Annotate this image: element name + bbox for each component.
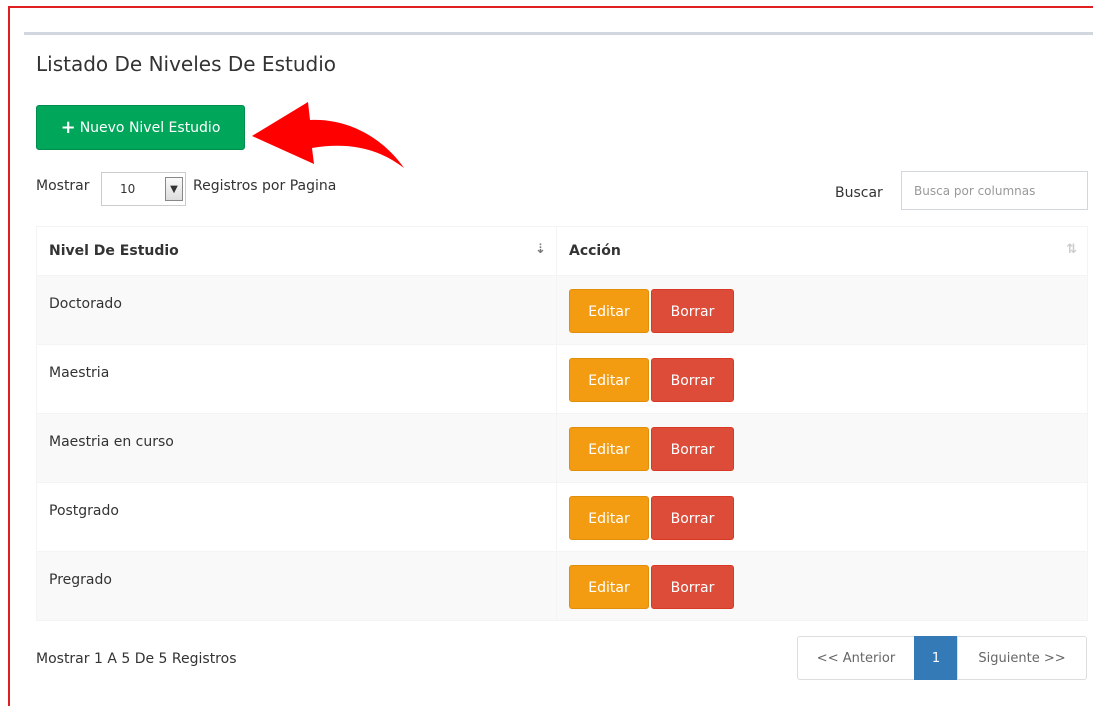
edit-button[interactable]: Editar	[569, 358, 649, 402]
edit-button[interactable]: Editar	[569, 427, 649, 471]
column-header-label: Nivel De Estudio	[49, 243, 179, 259]
new-level-label: Nuevo Nivel Estudio	[79, 119, 221, 136]
page-title: Listado De Niveles De Estudio	[36, 52, 336, 76]
row-actions: Editar Borrar	[556, 413, 1088, 483]
prev-page-button[interactable]: << Anterior	[797, 636, 915, 680]
current-page-button[interactable]: 1	[914, 636, 958, 680]
level-name: Maestria en curso	[36, 413, 557, 483]
next-page-button[interactable]: Siguiente >>	[957, 636, 1087, 680]
sort-icon[interactable]: ⇅	[1066, 242, 1077, 257]
column-header-action[interactable]: Acción ⇅	[556, 226, 1088, 276]
delete-button[interactable]: Borrar	[651, 289, 734, 333]
row-actions: Editar Borrar	[556, 551, 1088, 621]
plus-icon: +	[60, 116, 76, 138]
records-info: Mostrar 1 A 5 De 5 Registros	[36, 651, 237, 667]
length-prefix: Mostrar	[36, 178, 90, 194]
level-name: Postgrado	[36, 482, 557, 552]
page-length-value: 10	[120, 182, 136, 196]
table-row: Maestria Editar Borrar	[36, 344, 1088, 414]
edit-button[interactable]: Editar	[569, 496, 649, 540]
search-input[interactable]	[901, 171, 1088, 210]
level-name: Pregrado	[36, 551, 557, 621]
search-label: Buscar	[835, 185, 883, 201]
delete-button[interactable]: Borrar	[651, 427, 734, 471]
column-header-level[interactable]: Nivel De Estudio ⇣	[36, 226, 557, 276]
pagination: << Anterior 1 Siguiente >>	[797, 636, 1087, 680]
edit-button[interactable]: Editar	[569, 289, 649, 333]
sort-amount-icon[interactable]: ⇣	[535, 242, 546, 257]
delete-button[interactable]: Borrar	[651, 496, 734, 540]
delete-button[interactable]: Borrar	[651, 565, 734, 609]
row-actions: Editar Borrar	[556, 275, 1088, 345]
level-name: Maestria	[36, 344, 557, 414]
row-actions: Editar Borrar	[556, 344, 1088, 414]
table-row: Postgrado Editar Borrar	[36, 482, 1088, 552]
edit-button[interactable]: Editar	[569, 565, 649, 609]
table-header-row: Nivel De Estudio ⇣ Acción ⇅	[36, 226, 1088, 276]
length-suffix: Registros por Pagina	[193, 178, 337, 194]
row-actions: Editar Borrar	[556, 482, 1088, 552]
caret-down-icon[interactable]: ▼	[165, 177, 183, 201]
levels-table: Nivel De Estudio ⇣ Acción ⇅ Doctorado Ed…	[36, 226, 1088, 621]
table-row: Pregrado Editar Borrar	[36, 551, 1088, 621]
page-length-select[interactable]: 10 ▼	[101, 172, 186, 206]
new-level-button[interactable]: + Nuevo Nivel Estudio	[36, 105, 245, 150]
delete-button[interactable]: Borrar	[651, 358, 734, 402]
table-row: Doctorado Editar Borrar	[36, 275, 1088, 345]
annotation-arrow	[252, 102, 404, 168]
table-row: Maestria en curso Editar Borrar	[36, 413, 1088, 483]
column-header-label: Acción	[569, 243, 621, 259]
level-name: Doctorado	[36, 275, 557, 345]
